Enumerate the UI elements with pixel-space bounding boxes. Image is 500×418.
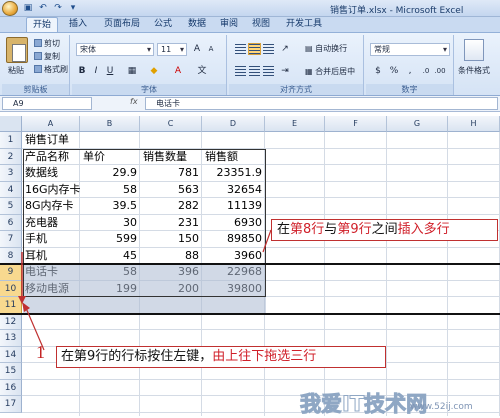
drag-arrow-head (18, 296, 26, 304)
pointer-line (262, 229, 272, 253)
step-pointer-head (22, 302, 30, 312)
watermark-url: www.52ij.com (410, 402, 473, 412)
step-number: 1 (36, 342, 45, 362)
annotation-drag-select: 在第9行的行标按住左键，由上往下拖选三行 (56, 346, 386, 368)
watermark-logo: 我爱IT技术网 (299, 392, 428, 417)
